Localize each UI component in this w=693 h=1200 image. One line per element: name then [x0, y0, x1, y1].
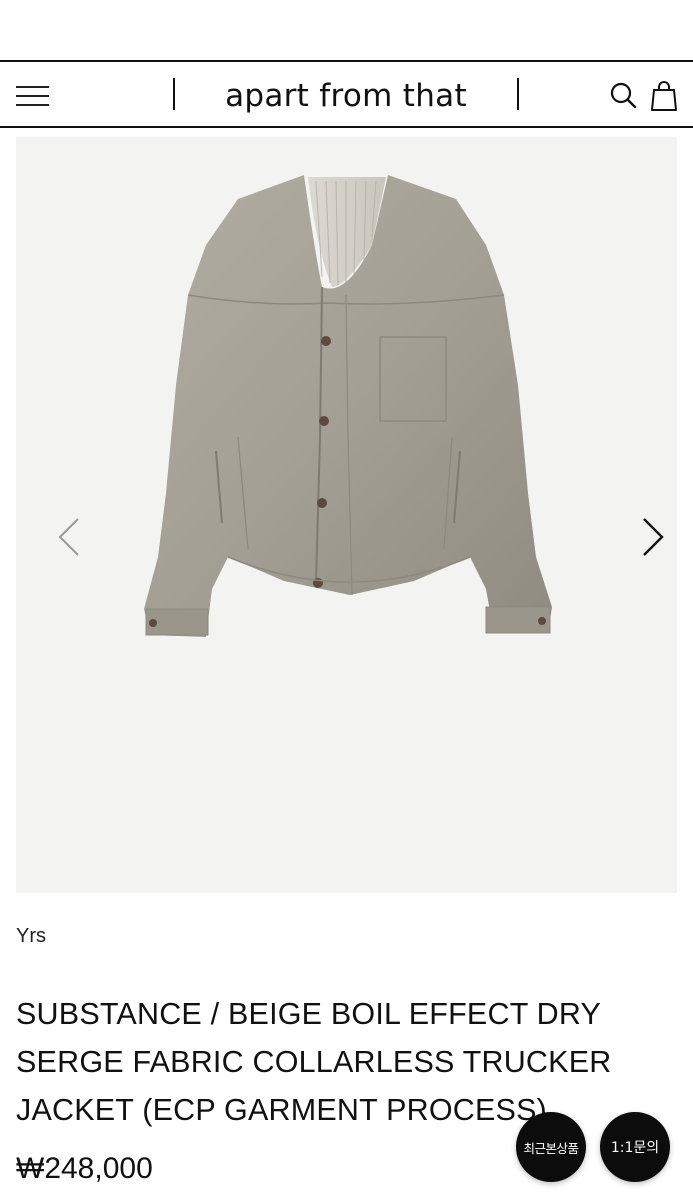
header-divider: [517, 78, 519, 110]
product-photo: [144, 175, 552, 637]
hamburger-menu-button[interactable]: [16, 83, 50, 109]
chevron-right-icon: [643, 518, 664, 556]
product-price: ₩248,000: [16, 1152, 153, 1185]
one-to-one-inquiry-button[interactable]: 1:1문의: [600, 1112, 670, 1182]
site-header: apart from that: [0, 60, 693, 128]
search-button[interactable]: [609, 81, 639, 111]
product-title: SUBSTANCE / BEIGE BOIL EFFECT DRY SERGE …: [16, 997, 612, 1127]
chevron-left-icon: [58, 518, 79, 556]
site-logo[interactable]: apart from that: [176, 76, 516, 116]
gallery-next-button[interactable]: [636, 513, 676, 561]
shopping-bag-icon: [651, 81, 677, 111]
product-brand[interactable]: Yrs: [16, 925, 46, 948]
search-icon: [610, 82, 637, 109]
cart-button[interactable]: [648, 79, 680, 113]
menu-line: [16, 95, 49, 97]
recently-viewed-button[interactable]: 최근본상품: [516, 1112, 586, 1182]
menu-line: [16, 104, 49, 106]
gallery-prev-button[interactable]: [52, 513, 92, 561]
menu-line: [16, 86, 49, 88]
product-image-gallery[interactable]: [16, 137, 677, 893]
header-divider: [173, 78, 175, 110]
